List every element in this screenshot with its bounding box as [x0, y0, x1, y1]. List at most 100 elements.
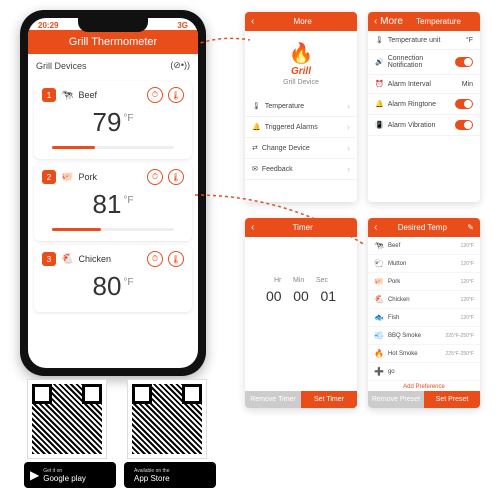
timer-screen: ‹ Timer Hr Min Sec 00 00 01 Remove Timer… — [245, 218, 357, 408]
qr-google-play — [28, 380, 106, 458]
desired-header: ‹ Desired Temp ✎ — [368, 218, 480, 237]
chevron-right-icon: › — [347, 164, 350, 174]
menu-change-device[interactable]: ⇄Change Device› — [245, 138, 357, 159]
preset-temp: 120°F — [461, 279, 474, 285]
preset-row[interactable]: 🐄Beef120°F — [368, 237, 480, 255]
meat-name: Pork — [78, 172, 142, 182]
qr-app-store — [128, 380, 206, 458]
row-alarm-ringtone[interactable]: 🔔Alarm Ringtone — [368, 94, 480, 115]
menu-alarms[interactable]: 🔔Triggered Alarms› — [245, 117, 357, 138]
temp-reading: 79°F — [42, 103, 184, 142]
preset-name: Pork — [388, 279, 457, 285]
timer-labels: Hr Min Sec — [245, 277, 357, 284]
device-card-beef[interactable]: 1 🐄 Beef ⏱ 🌡 79°F — [34, 81, 192, 159]
phone-notch — [78, 18, 148, 32]
desired-temp-screen: ‹ Desired Temp ✎ 🐄Beef120°F🐑Mutton120°F🐖… — [368, 218, 480, 408]
probe-number: 3 — [42, 252, 56, 266]
probe-number: 2 — [42, 170, 56, 184]
preset-row[interactable]: ➕ go — [368, 363, 480, 381]
chevron-right-icon: › — [347, 122, 350, 132]
google-play-badge[interactable]: ▶ Get it onGoogle play — [24, 462, 116, 488]
mail-icon: ✉ — [252, 165, 258, 173]
preset-row[interactable]: 🔥Hot Smoke225°F-250°F — [368, 345, 480, 363]
progress-bar — [52, 228, 174, 231]
row-alarm-vibration[interactable]: 📳Alarm Vibration — [368, 115, 480, 136]
devices-section-head: Grill Devices (⊘•)) — [28, 54, 198, 77]
preset-row[interactable]: 🐑Mutton120°F — [368, 255, 480, 273]
edit-icon[interactable]: ✎ — [467, 223, 474, 232]
logo-text: Grill — [245, 66, 357, 77]
timer-picker[interactable]: Hr Min Sec 00 00 01 — [245, 237, 357, 304]
back-icon[interactable]: ‹ — [251, 16, 254, 27]
temp-settings-screen: ‹ More Temperature 🌡Temperature unit°F 🔊… — [368, 12, 480, 202]
row-alarm-interval[interactable]: ⏰Alarm IntervalMin — [368, 75, 480, 94]
timer-title: Timer — [293, 223, 313, 232]
speaker-icon: 🔊 — [375, 58, 384, 66]
remove-preset-button[interactable]: Remove Preset — [368, 391, 424, 408]
preset-row[interactable]: 🐔 Chicken 120°F — [368, 291, 480, 309]
meat-name: Beef — [78, 90, 142, 100]
flame-icon: 🔥 — [245, 41, 357, 66]
menu-temperature[interactable]: 🌡Temperature› — [245, 96, 357, 117]
meat-icon: ➕ — [374, 367, 384, 376]
preset-row[interactable]: 🐟 Fish 120°F — [368, 309, 480, 327]
preset-name: Fish — [388, 315, 457, 321]
row-conn-notif[interactable]: 🔊Connection Notification — [368, 50, 480, 75]
preset-name: Chicken — [388, 297, 457, 303]
probe-number: 1 — [42, 88, 56, 102]
meat-icon: 🐟 — [374, 313, 384, 322]
preset-row[interactable]: 💨BBQ Smoke225°F-250°F — [368, 327, 480, 345]
timer-icon[interactable]: ⏱ — [147, 169, 163, 185]
meat-icon: 🐔 — [374, 295, 384, 304]
app-store-badge[interactable]: Available on theApp Store — [124, 462, 216, 488]
device-card-chicken[interactable]: 3 🐔 Chicken ⏱ 🌡 80°F — [34, 245, 192, 312]
meat-icon: 🐖 — [374, 277, 384, 286]
timer-icon[interactable]: ⏱ — [147, 251, 163, 267]
preset-name: Beef — [388, 243, 457, 249]
more-header: ‹ More — [245, 12, 357, 31]
chevron-right-icon: › — [347, 143, 350, 153]
preset-temp: 120°F — [461, 297, 474, 303]
preset-name: go — [388, 369, 470, 375]
logo-sub: Grill Device — [245, 79, 357, 86]
temp-reading: 80°F — [42, 267, 184, 306]
back-icon[interactable]: ‹ More — [374, 16, 403, 27]
status-time: 20:29 — [38, 21, 58, 30]
temp-reading: 81°F — [42, 185, 184, 224]
preset-name: BBQ Smoke — [388, 333, 442, 339]
app-logo: 🔥 Grill Grill Device — [245, 31, 357, 96]
more-title: More — [294, 17, 312, 26]
phone-icon: 📳 — [375, 121, 384, 129]
temp-icon[interactable]: 🌡 — [168, 87, 184, 103]
main-header: Grill Thermometer — [28, 30, 198, 54]
back-icon[interactable]: ‹ — [374, 222, 377, 233]
device-card-pork[interactable]: 2 🐖 Pork ⏱ 🌡 81°F — [34, 163, 192, 241]
row-temp-unit[interactable]: 🌡Temperature unit°F — [368, 31, 480, 50]
thermometer-icon: 🌡 — [252, 102, 261, 110]
set-preset-button[interactable]: Set Preset — [424, 391, 480, 408]
preset-row[interactable]: 🐖 Pork 120°F — [368, 273, 480, 291]
desired-title: Desired Temp — [398, 223, 447, 232]
meat-icon: 🐔 — [61, 254, 73, 265]
preset-temp: 120°F — [461, 315, 474, 321]
main-screen: 20:29 3G Grill Thermometer Grill Devices… — [28, 18, 198, 368]
play-icon: ▶ — [30, 468, 39, 482]
set-timer-button[interactable]: Set Timer — [301, 391, 357, 408]
toggle-switch[interactable] — [455, 57, 473, 67]
preset-name: Mutton — [388, 261, 457, 267]
timer-icon[interactable]: ⏱ — [147, 87, 163, 103]
remove-timer-button[interactable]: Remove Timer — [245, 391, 301, 408]
temp-icon[interactable]: 🌡 — [168, 251, 184, 267]
temp-header: ‹ More Temperature — [368, 12, 480, 31]
thermometer-icon: 🌡 — [375, 36, 384, 44]
preset-temp: 225°F-250°F — [446, 333, 474, 339]
section-label: Grill Devices — [36, 61, 87, 71]
menu-feedback[interactable]: ✉Feedback› — [245, 159, 357, 180]
back-icon[interactable]: ‹ — [251, 222, 254, 233]
toggle-switch[interactable] — [455, 99, 473, 109]
meat-icon: 🐑 — [374, 259, 384, 268]
toggle-switch[interactable] — [455, 120, 473, 130]
bluetooth-icon[interactable]: (⊘•)) — [170, 60, 190, 71]
preset-temp: 225°F-250°F — [446, 351, 474, 357]
temp-icon[interactable]: 🌡 — [168, 169, 184, 185]
